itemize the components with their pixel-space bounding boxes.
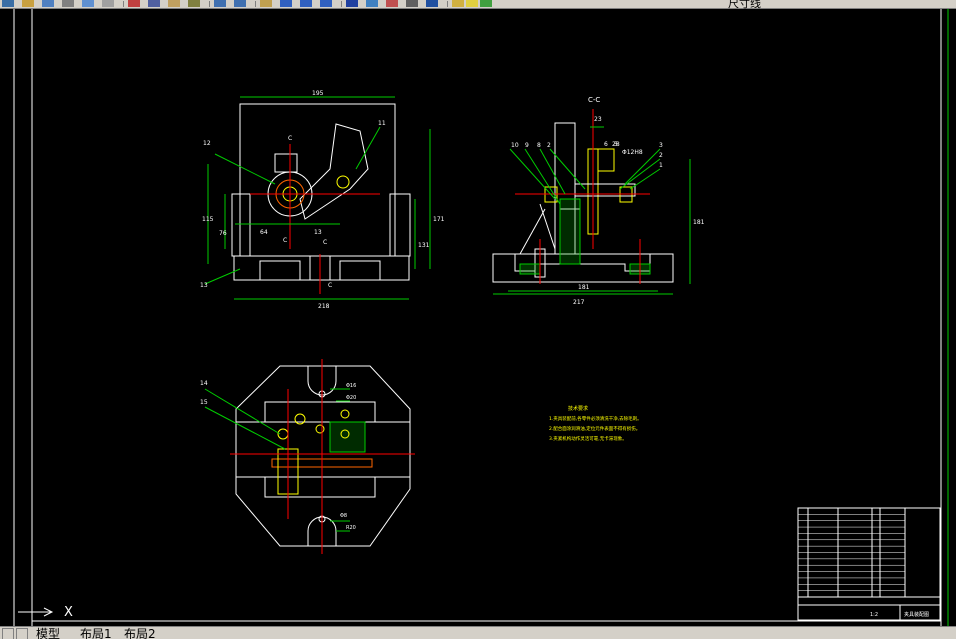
front-section-4: C <box>328 282 332 289</box>
color-icon[interactable] <box>480 0 492 7</box>
top-balloon-2: 15 <box>200 399 208 406</box>
preview-icon[interactable] <box>82 0 94 7</box>
drawing-area[interactable]: 195 218 115 76 171 131 64 13 12 11 13 C … <box>0 9 956 626</box>
front-section-1: C <box>288 135 292 142</box>
help-icon[interactable] <box>426 0 438 7</box>
front-dim-bottom: 218 <box>318 303 330 310</box>
copy-icon[interactable] <box>148 0 160 7</box>
tab-layout2[interactable]: 布局2 <box>124 627 156 639</box>
side-balloon-2: 9 <box>525 142 529 149</box>
undo-icon[interactable] <box>214 0 226 7</box>
title-block: 夹具装配图 1:2 <box>797 507 941 621</box>
redo-icon[interactable] <box>234 0 246 7</box>
layout-tabs: 模型 布局1 布局2 <box>0 626 956 639</box>
side-dim-h2: 181 <box>693 219 705 226</box>
front-dim-top: 195 <box>312 90 324 97</box>
front-section-2: C <box>283 237 287 244</box>
properties-icon[interactable] <box>346 0 358 7</box>
zoom-window-icon[interactable] <box>300 0 312 7</box>
print-icon[interactable] <box>62 0 74 7</box>
ucs-x-label: X <box>64 605 73 620</box>
title-block-scale: 1:2 <box>870 612 878 618</box>
top-balloon-1: 14 <box>200 380 208 387</box>
title-block-name: 夹具装配图 <box>904 611 929 618</box>
side-balloon-3: 8 <box>537 142 541 149</box>
side-balloon-4: 2 <box>547 142 551 149</box>
top-dim-4: R20 <box>346 525 356 531</box>
open-icon[interactable] <box>22 0 34 7</box>
front-dim-h4: 131 <box>418 242 430 249</box>
front-dim-d2: 13 <box>314 229 322 236</box>
side-balloon-8: 5 <box>614 141 618 148</box>
side-view-title: C-C <box>588 96 600 104</box>
toolbar-separator <box>209 1 210 7</box>
front-balloon-1: 12 <box>203 140 211 147</box>
notes-line-2: 2.配合面涂润滑油,定位元件表面不得有损伤。 <box>549 425 640 432</box>
standard-toolbar <box>0 0 956 9</box>
save-icon[interactable] <box>42 0 54 7</box>
front-balloon-3: 13 <box>200 282 208 289</box>
side-balloon-9: 6 <box>604 141 608 148</box>
side-dim-w2: 217 <box>573 299 585 306</box>
ucs-icon: X <box>18 605 73 620</box>
front-balloon-2: 11 <box>378 120 386 127</box>
top-dim-2: Φ20 <box>346 395 356 401</box>
new-icon[interactable] <box>2 0 14 7</box>
front-view: 195 218 115 76 171 131 64 13 12 11 13 C … <box>200 90 445 310</box>
cut-icon[interactable] <box>128 0 140 7</box>
side-balloon-1: 10 <box>511 142 519 149</box>
front-dim-h2: 76 <box>219 230 227 237</box>
paste-icon[interactable] <box>168 0 180 7</box>
technical-notes: 技术要求 1.夹具装配前,各零件必须清洗干净,去除毛刺。 2.配合面涂润滑油,定… <box>549 405 642 442</box>
notes-line-3: 3.夹紧机构动作灵活可靠,无卡滞现象。 <box>549 435 627 442</box>
prev-tab-button[interactable] <box>16 628 28 639</box>
side-dim-w1: 181 <box>578 284 590 291</box>
side-balloon-5: 3 <box>659 142 663 149</box>
notes-title: 技术要求 <box>568 405 588 412</box>
side-dim-top: 23 <box>594 116 602 123</box>
front-dim-h1: 115 <box>202 216 214 223</box>
first-tab-button[interactable] <box>2 628 14 639</box>
top-dim-1: Φ16 <box>346 383 356 389</box>
design-center-icon[interactable] <box>366 0 378 7</box>
tab-layout1[interactable]: 布局1 <box>80 627 112 639</box>
front-section-3: C <box>323 239 327 246</box>
side-balloon-7: 1 <box>659 162 663 169</box>
pan-icon[interactable] <box>260 0 272 7</box>
layer-state-icon[interactable] <box>466 0 478 7</box>
toolbar-separator <box>341 1 342 7</box>
layer-icon[interactable] <box>452 0 464 7</box>
front-dim-h3: 171 <box>433 216 445 223</box>
tool-palette-icon[interactable] <box>386 0 398 7</box>
side-ann: Φ12H8 <box>622 149 643 156</box>
front-dim-d1: 64 <box>260 229 268 236</box>
zoom-realtime-icon[interactable] <box>280 0 292 7</box>
top-view: 14 15 Φ16 Φ20 Φ8 R20 <box>200 359 415 554</box>
tab-model[interactable]: 模型 <box>36 627 60 639</box>
calculator-icon[interactable] <box>406 0 418 7</box>
top-dim-3: Φ8 <box>340 513 347 519</box>
match-prop-icon[interactable] <box>188 0 200 7</box>
side-balloon-6: 2 <box>659 152 663 159</box>
toolbar-separator <box>255 1 256 7</box>
zoom-previous-icon[interactable] <box>320 0 332 7</box>
notes-line-1: 1.夹具装配前,各零件必须清洗干净,去除毛刺。 <box>549 415 642 422</box>
toolbar-separator <box>123 1 124 7</box>
plot-icon[interactable] <box>102 0 114 7</box>
side-view: C-C 23 181 217 28 181 Φ12H8 10 9 8 2 3 2… <box>492 96 705 306</box>
toolbar-separator <box>447 1 448 7</box>
